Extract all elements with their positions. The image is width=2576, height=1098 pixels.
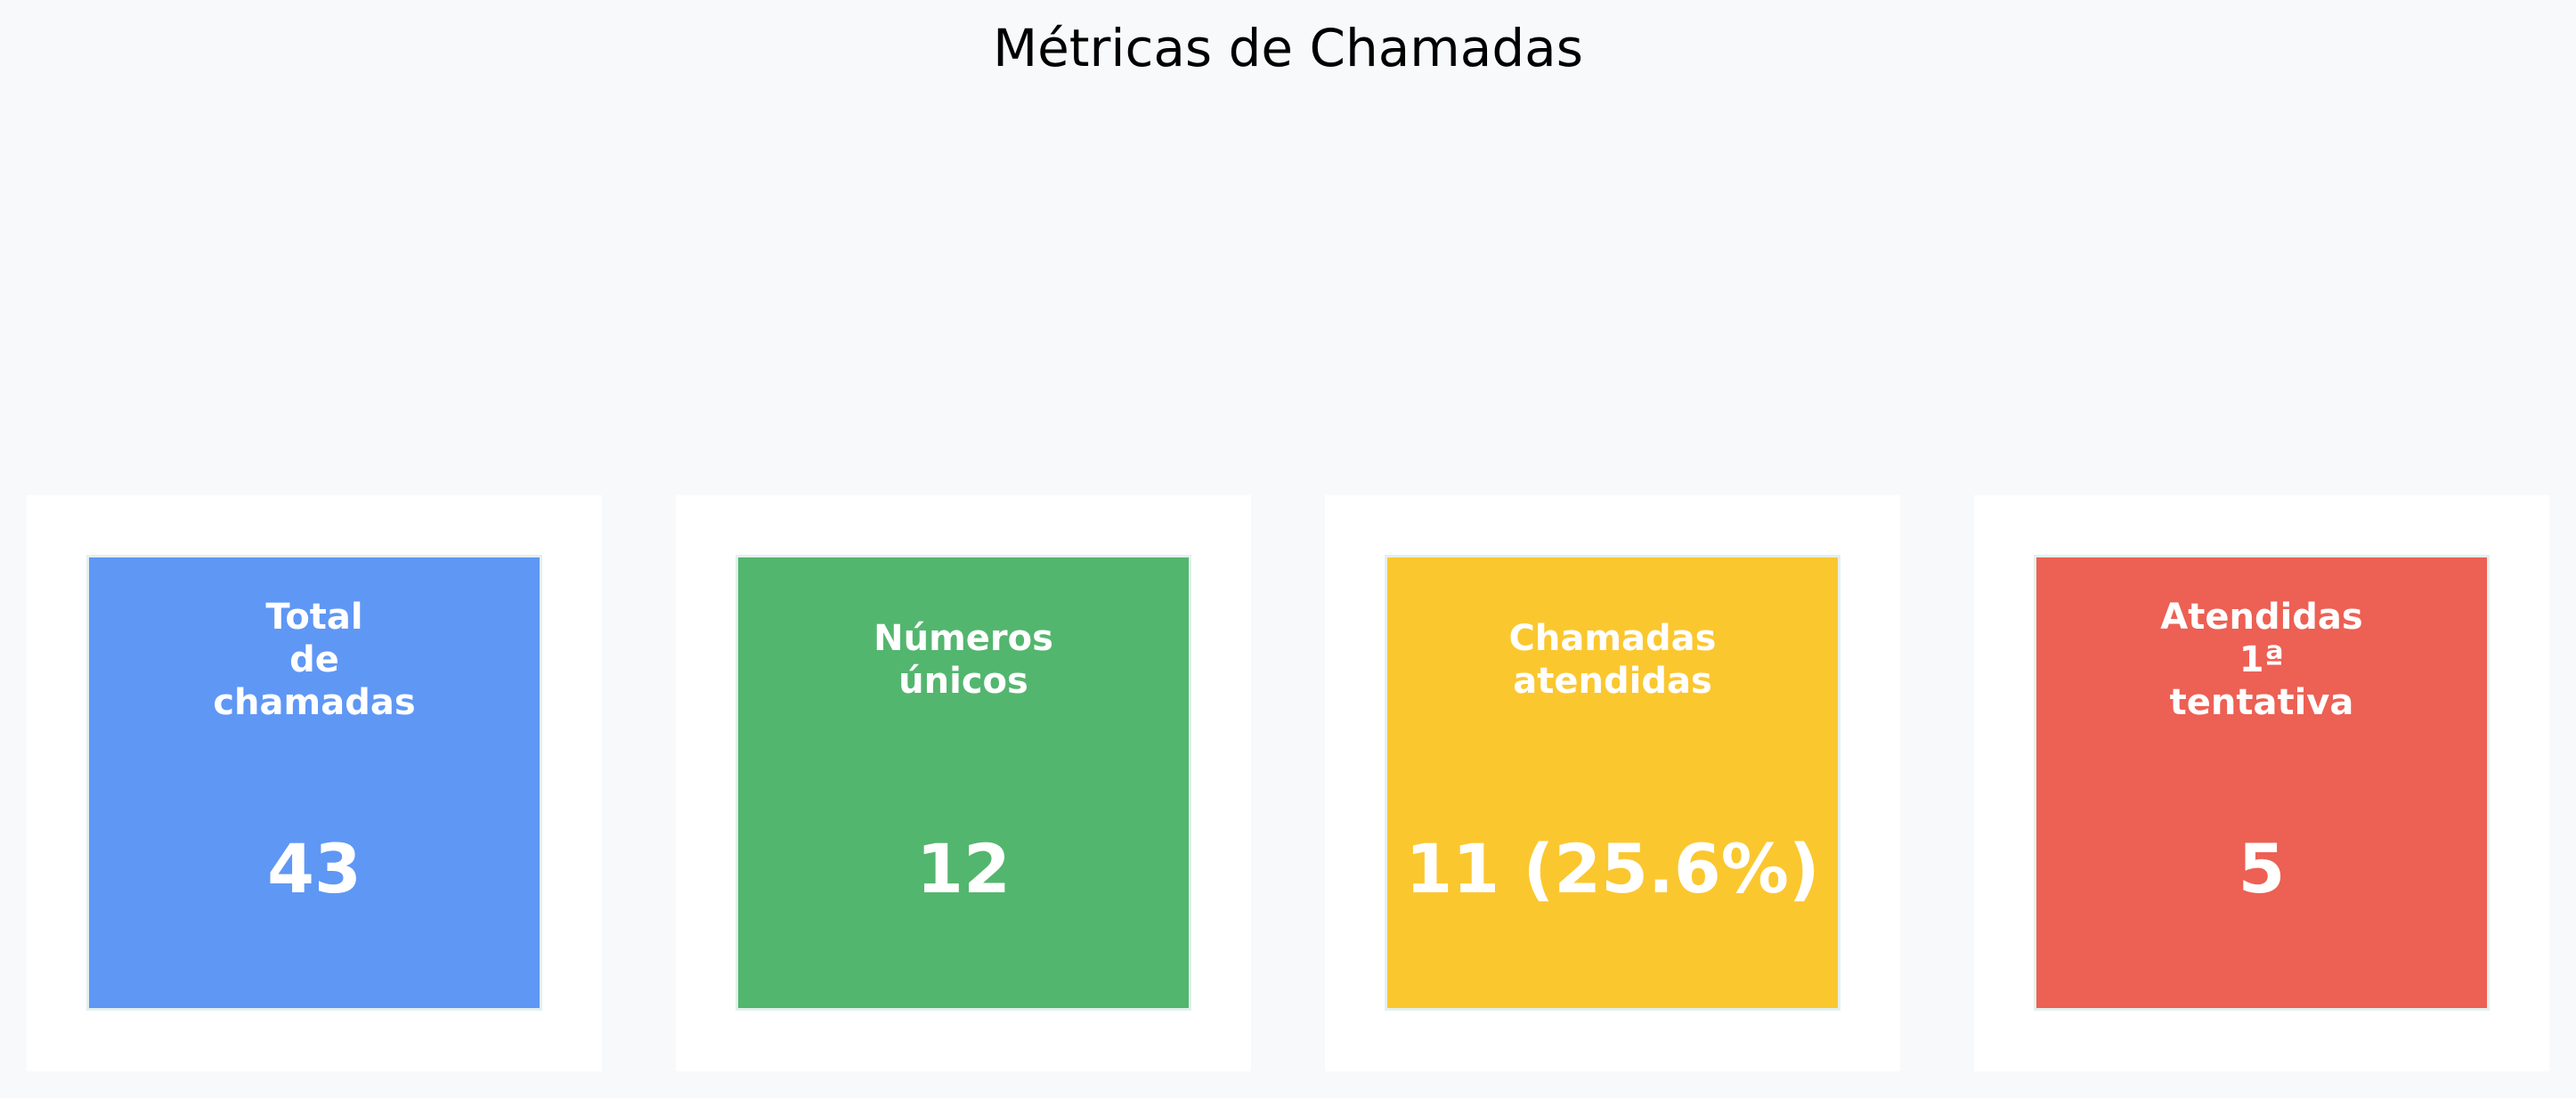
metric-card-answered-calls: Chamadas atendidas 11 (25.6%): [1385, 555, 1841, 1011]
metric-label-unique-numbers: Números únicos: [874, 618, 1053, 702]
metric-value-first-attempt: 5: [2238, 829, 2286, 908]
metric-card-unique-numbers: Números únicos 12: [735, 555, 1191, 1011]
metric-value-total-calls: 43: [267, 829, 362, 908]
metric-card-total-calls: Total de chamadas 43: [86, 555, 542, 1011]
metric-card-first-attempt: Atendidas 1ª tentativa 5: [2034, 555, 2490, 1011]
metric-value-answered-calls: 11 (25.6%): [1405, 829, 1820, 908]
metric-panel-first-attempt: Atendidas 1ª tentativa 5: [1974, 495, 2549, 1071]
chart-title: Métricas de Chamadas: [993, 18, 1583, 78]
metric-value-unique-numbers: 12: [916, 829, 1011, 908]
metric-label-answered-calls: Chamadas atendidas: [1508, 618, 1717, 702]
metric-panel-answered-calls: Chamadas atendidas 11 (25.6%): [1325, 495, 1900, 1071]
metric-panel-unique-numbers: Números únicos 12: [676, 495, 1251, 1071]
metric-label-first-attempt: Atendidas 1ª tentativa: [2160, 597, 2363, 723]
metric-panel-total-calls: Total de chamadas 43: [27, 495, 602, 1071]
metric-label-total-calls: Total de chamadas: [213, 597, 416, 723]
